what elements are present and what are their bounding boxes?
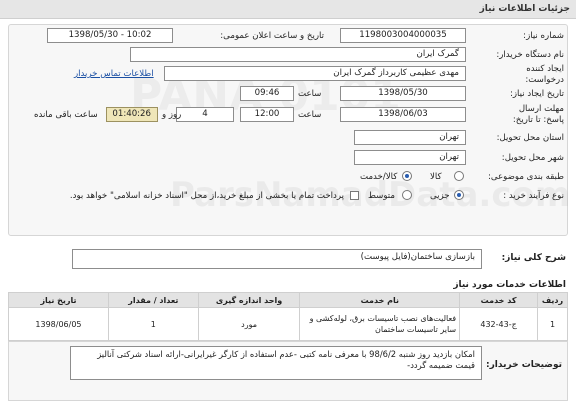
summary-text: بازسازی ساختمان(فایل پیوست)	[360, 252, 475, 262]
deadline-date-field: 1398/06/03	[340, 107, 466, 122]
col-header-code: کد خدمت	[459, 292, 539, 308]
purchase-option-minor: جزیی	[430, 191, 450, 201]
category-radio-goods-service[interactable]	[402, 171, 412, 181]
treasury-note: پرداخت تمام یا بخشی از مبلغ خرید،از محل …	[69, 191, 344, 201]
purchase-type-label: نوع فرآیند خرید :	[503, 191, 564, 201]
delivery-province-label: استان محل تحویل:	[496, 133, 564, 143]
col-header-unit: واحد اندازه گیری	[197, 292, 301, 308]
category-option-goods: کالا	[430, 172, 442, 182]
buyer-notes-field: امکان بازدید روز شنبه 98/6/2 با معرفی نا…	[70, 346, 482, 380]
treasury-checkbox[interactable]	[350, 191, 359, 200]
need-number-field: 1198003004000035	[340, 28, 466, 43]
buyer-org-field: گمرک ایران	[130, 47, 466, 62]
col-header-date: تاریخ نیاز	[8, 292, 109, 308]
cell-name: فعالیت‌های نصب تاسیسات برق، لوله‌کشی و س…	[299, 307, 461, 341]
summary-label: شرح کلی نیاز:	[501, 253, 566, 263]
deadline-time-field: 12:00	[240, 107, 294, 122]
table-row: 1 ج-43-432 فعالیت‌های نصب تاسیسات برق، ل…	[8, 307, 568, 341]
category-radio-goods[interactable]	[454, 171, 464, 181]
create-date-field: 1398/05/30	[340, 86, 466, 101]
page-title: جزئیات اطلاعات نیاز	[479, 4, 570, 14]
cell-unit: مورد	[197, 307, 301, 341]
col-header-name: نام خدمت	[299, 292, 461, 308]
announce-datetime-field: 1398/05/30 - 10:02	[47, 28, 173, 43]
services-table-header: ردیف کد خدمت نام خدمت واحد اندازه گیری ت…	[8, 292, 568, 308]
create-time-label: ساعت	[298, 89, 322, 99]
need-number-label: شماره نیاز:	[523, 31, 564, 41]
category-label: طبقه بندی موضوعی:	[487, 172, 564, 182]
cell-date: 1398/06/05	[8, 307, 109, 341]
remaining-time-label: ساعت باقی مانده	[34, 110, 98, 120]
purchase-radio-minor[interactable]	[454, 190, 464, 200]
requester-field: مهدی عظیمی کاربرداز گمرک ایران	[164, 66, 466, 81]
summary-field: بازسازی ساختمان(فایل پیوست)	[72, 249, 482, 269]
purchase-radio-medium[interactable]	[402, 190, 412, 200]
purchase-option-medium: متوسط	[368, 191, 395, 201]
services-section-title: اطلاعات خدمات مورد نیاز	[453, 280, 566, 290]
remaining-time-field: 01:40:26	[106, 107, 158, 122]
services-table: ردیف کد خدمت نام خدمت واحد اندازه گیری ت…	[8, 292, 568, 341]
category-option-goods-service: کالا/خدمت	[360, 172, 398, 182]
create-date-label: تاریخ ایجاد نیاز:	[510, 89, 564, 99]
buyer-contact-link[interactable]: اطلاعات تماس خریدار	[74, 69, 154, 79]
cell-code: ج-43-432	[459, 307, 539, 341]
cell-qty: 1	[107, 307, 199, 341]
delivery-city-field: تهران	[354, 150, 466, 165]
col-header-qty: تعداد / مقدار	[107, 292, 199, 308]
create-time-field: 09:46	[240, 86, 294, 101]
page-title-bar: جزئیات اطلاعات نیاز	[0, 0, 576, 19]
delivery-province-field: تهران	[354, 130, 466, 145]
cell-index: 1	[537, 307, 568, 341]
requester-label: ایجاد کننده درخواست:	[525, 64, 564, 85]
remaining-days-field: 4	[176, 107, 234, 122]
buyer-org-label: نام دستگاه خریدار:	[496, 50, 564, 60]
buyer-notes-text: امکان بازدید روز شنبه 98/6/2 با معرفی نا…	[97, 349, 475, 370]
col-header-index: ردیف	[537, 292, 568, 308]
buyer-notes-label: توضیحات خریدار:	[486, 360, 562, 370]
deadline-time-label: ساعت	[298, 110, 322, 120]
deadline-label: مهلت ارسال پاسخ: تا تاریخ:	[512, 104, 564, 125]
delivery-city-label: شهر محل تحویل:	[501, 153, 564, 163]
days-label: روز و	[162, 110, 182, 120]
announce-datetime-label: تاریخ و ساعت اعلان عمومی:	[220, 31, 324, 41]
